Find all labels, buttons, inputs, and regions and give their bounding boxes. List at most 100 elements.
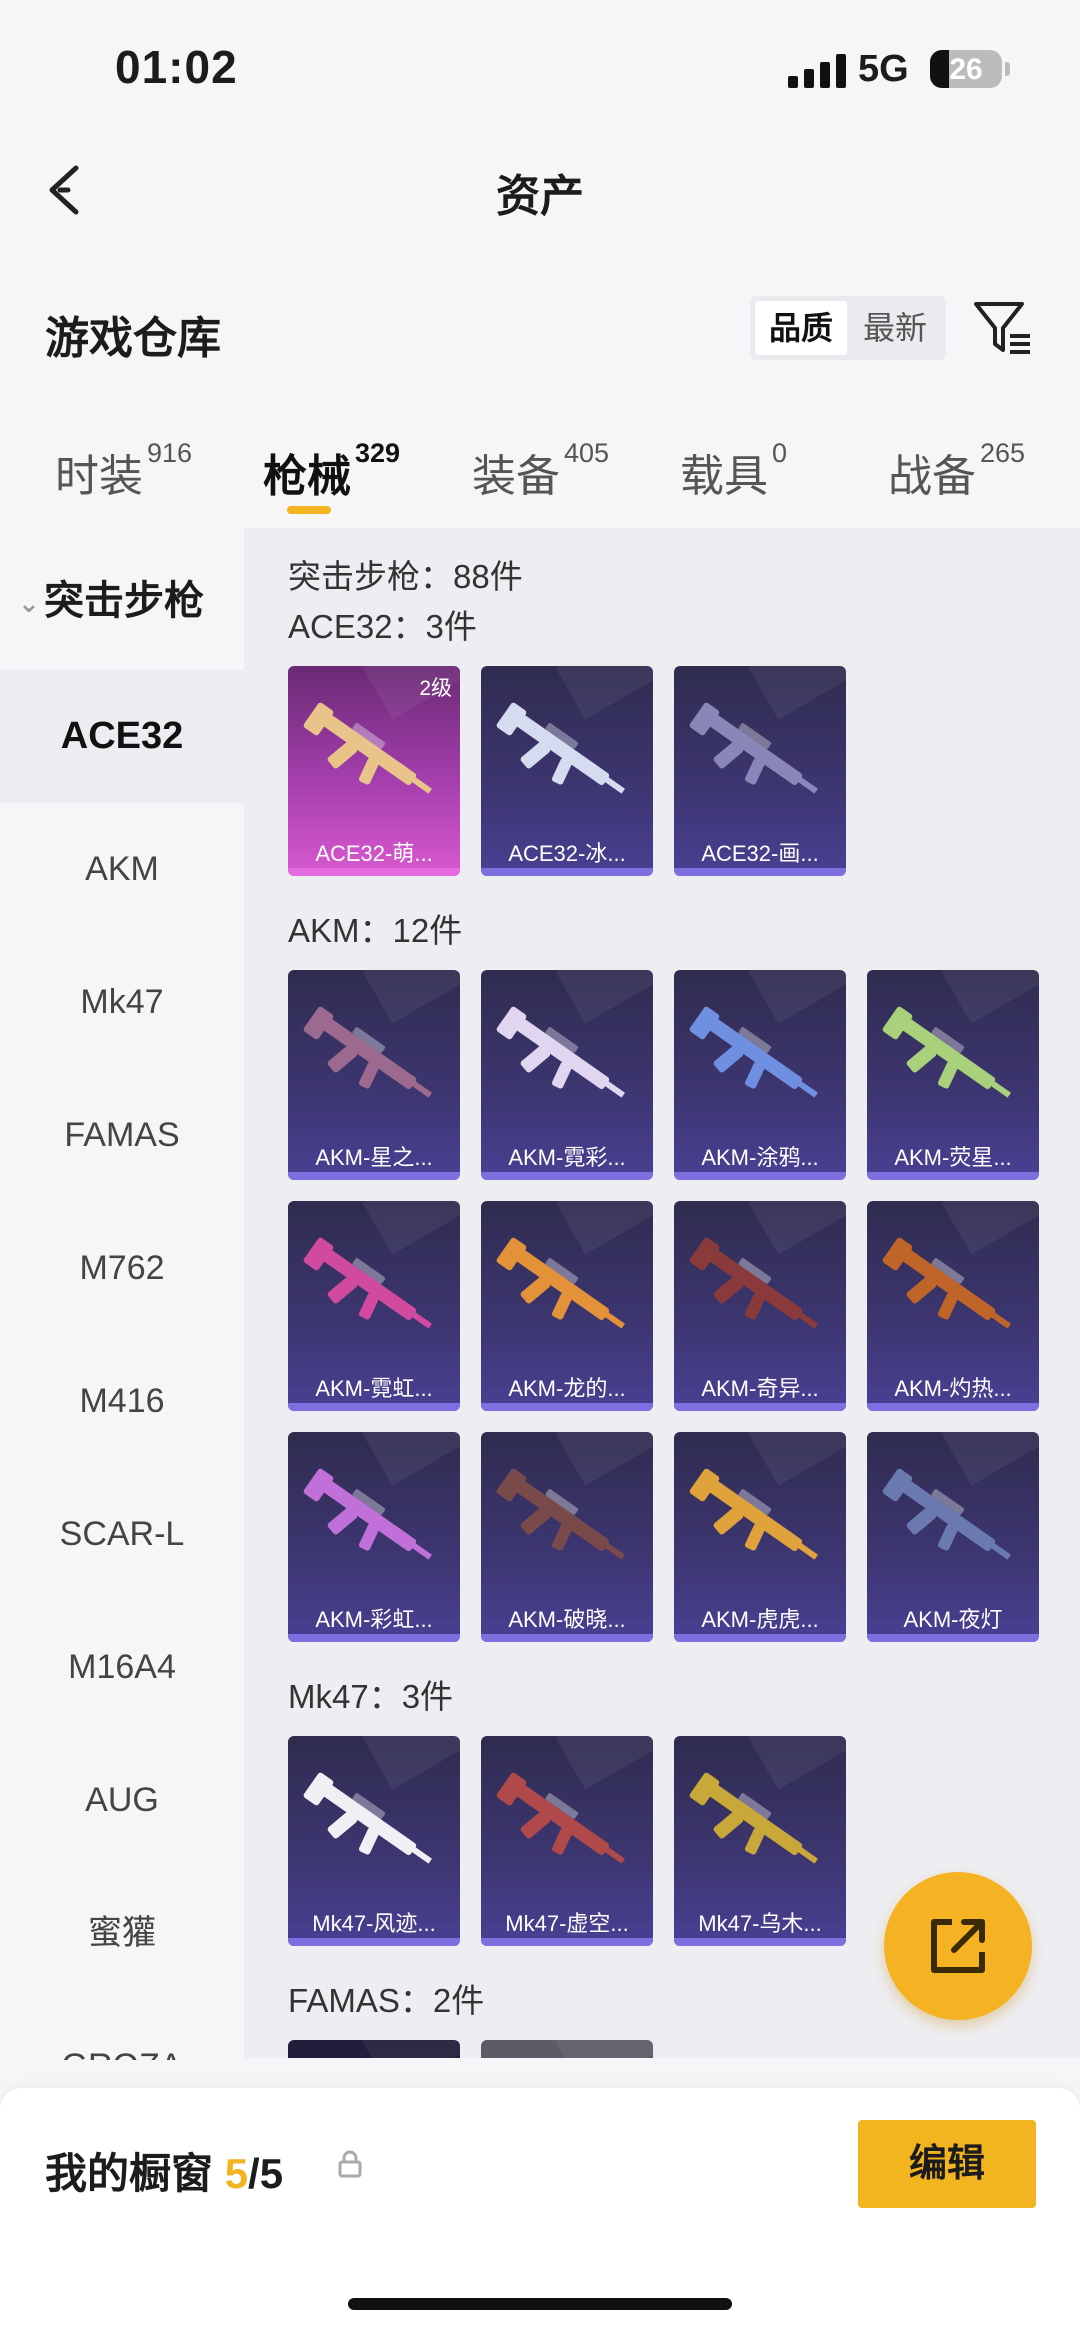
sidebar-item[interactable]: ACE32: [0, 670, 244, 803]
sidebar-item[interactable]: Mk47: [0, 936, 244, 1069]
group-title: Mk47：3件: [288, 1678, 454, 1715]
tab-count: 916: [147, 438, 193, 468]
showcase-label: 我的橱窗 5/5: [45, 2150, 284, 2197]
level-badge: 2级: [419, 677, 452, 700]
group-title: AKM：12件: [288, 912, 463, 949]
tab-firearms[interactable]: 枪械 329: [263, 438, 401, 504]
tab-vehicles[interactable]: 载具 0: [680, 438, 788, 504]
weapon-name: ACE32-萌...: [315, 841, 433, 866]
signal-icon: [788, 54, 846, 88]
weapon-name: AKM-涂鸦...: [701, 1145, 819, 1170]
weapon-name: AKM-夜灯: [903, 1607, 1003, 1632]
status-time: 01:02: [115, 41, 238, 93]
weapon-image: [496, 702, 625, 794]
battery-icon: 26: [930, 50, 1002, 88]
active-tab-indicator: [287, 506, 331, 514]
sort-quality-button[interactable]: 品质: [755, 301, 847, 355]
battery-level: 26: [949, 53, 983, 86]
weapon-card[interactable]: AKM-破晓...: [481, 1432, 653, 1642]
weapon-image: [496, 1006, 625, 1098]
page-title: 资产: [496, 172, 584, 221]
weapon-image: [496, 1772, 625, 1864]
tab-count: 0: [772, 438, 788, 468]
weapon-card[interactable]: AKM-龙的...: [481, 1201, 653, 1411]
weapon-name: AKM-奇异...: [701, 1376, 819, 1401]
sort-newest-button[interactable]: 最新: [849, 301, 941, 355]
share-button[interactable]: [884, 1872, 1032, 2020]
chevron-down-icon: ⌄: [18, 587, 40, 618]
weapon-card[interactable]: Mk47-风迹...: [288, 1736, 460, 1946]
sidebar-item[interactable]: FAMAS: [0, 1069, 244, 1202]
filter-button[interactable]: [972, 298, 1034, 360]
weapon-image: [303, 1237, 432, 1329]
weapon-image: [303, 1772, 432, 1864]
weapon-grid: 突击步枪：88件 ACE32：3件 2级 ACE32-萌... ACE32-冰... A…: [244, 528, 1080, 2058]
tab-combat-supplies[interactable]: 战备 265: [888, 438, 1026, 504]
weapon-card[interactable]: AKM-星之...: [288, 970, 460, 1180]
weapon-card[interactable]: [481, 2040, 653, 2058]
tab-equipment[interactable]: 装备 405: [472, 438, 610, 504]
weapon-image: [689, 1772, 818, 1864]
warehouse-title: 游戏仓库: [45, 314, 221, 363]
weapon-name: AKM-霓虹...: [315, 1376, 433, 1401]
tab-count: 329: [355, 438, 401, 468]
weapon-name: AKM-破晓...: [508, 1607, 626, 1632]
tab-count: 405: [564, 438, 610, 468]
weapon-name: AKM-彩虹...: [315, 1607, 433, 1632]
weapon-image: [496, 1237, 625, 1329]
weapon-image: [303, 1006, 432, 1098]
weapon-image: [689, 1006, 818, 1098]
weapon-card[interactable]: Mk47-虚空...: [481, 1736, 653, 1946]
sidebar-group-assault-rifles[interactable]: ⌄ 突击步枪: [18, 568, 204, 626]
sidebar-item[interactable]: SCAR-L: [0, 1468, 244, 1601]
weapon-image: [882, 1237, 1011, 1329]
weapon-card[interactable]: AKM-霓彩...: [481, 970, 653, 1180]
weapon-name: AKM-荧星...: [894, 1145, 1012, 1170]
weapon-name: ACE32-冰...: [508, 841, 626, 866]
sidebar-item[interactable]: M416: [0, 1335, 244, 1468]
home-indicator: [348, 2298, 732, 2310]
sidebar-item[interactable]: M762: [0, 1202, 244, 1335]
weapon-card[interactable]: AKM-彩虹...: [288, 1432, 460, 1642]
share-icon: [931, 1919, 985, 1973]
weapon-name: AKM-霓彩...: [508, 1145, 626, 1170]
showcase-total: /5: [248, 2150, 284, 2197]
category-total: 突击步枪：88件: [288, 558, 523, 595]
weapon-card[interactable]: 2级 ACE32-萌...: [288, 666, 460, 876]
weapon-card[interactable]: AKM-灼热...: [867, 1201, 1039, 1411]
weapon-card[interactable]: AKM-荧星...: [867, 970, 1039, 1180]
weapon-image: [303, 702, 432, 794]
weapon-image: [303, 1468, 432, 1560]
weapon-card[interactable]: AKM-夜灯: [867, 1432, 1039, 1642]
sidebar-item[interactable]: M16A4: [0, 1601, 244, 1734]
tab-count: 265: [980, 438, 1026, 468]
weapon-sidebar: ⌄ 突击步枪 ACE32 AKM Mk47 FAMAS M762 M416 SCAR-L M16…: [0, 528, 244, 2060]
network-type: 5G: [858, 48, 909, 90]
group-title: ACE32：3件: [288, 608, 477, 645]
sidebar-item[interactable]: 蜜獾: [0, 1867, 244, 2000]
sort-toggle: 品质 最新: [750, 296, 946, 360]
weapon-card[interactable]: AKM-涂鸦...: [674, 970, 846, 1180]
weapon-card[interactable]: AKM-霓虹...: [288, 1201, 460, 1411]
weapon-name: ACE32-画...: [701, 841, 819, 866]
weapon-card[interactable]: [288, 2040, 460, 2058]
weapon-image: [689, 1237, 818, 1329]
sidebar-item[interactable]: AKM: [0, 803, 244, 936]
status-bar: 01:02 5G 26: [0, 0, 1080, 130]
tab-fashion[interactable]: 时装 916: [55, 438, 193, 504]
sidebar-item[interactable]: GROZA: [0, 2000, 244, 2060]
filter-icon: [974, 302, 1030, 354]
weapon-card[interactable]: AKM-奇异...: [674, 1201, 846, 1411]
sidebar-item[interactable]: AUG: [0, 1734, 244, 1867]
weapon-card[interactable]: Mk47-乌木...: [674, 1736, 846, 1946]
lock-icon: [338, 2150, 362, 2178]
weapon-image: [689, 1468, 818, 1560]
edit-button[interactable]: 编辑: [858, 2120, 1036, 2208]
weapon-card[interactable]: ACE32-画...: [674, 666, 846, 876]
weapon-name: AKM-星之...: [315, 1145, 433, 1170]
weapon-name: AKM-灼热...: [894, 1376, 1012, 1401]
weapon-card[interactable]: ACE32-冰...: [481, 666, 653, 876]
weapon-card[interactable]: AKM-虎虎...: [674, 1432, 846, 1642]
weapon-name: AKM-虎虎...: [701, 1607, 819, 1632]
weapon-image: [882, 1006, 1011, 1098]
